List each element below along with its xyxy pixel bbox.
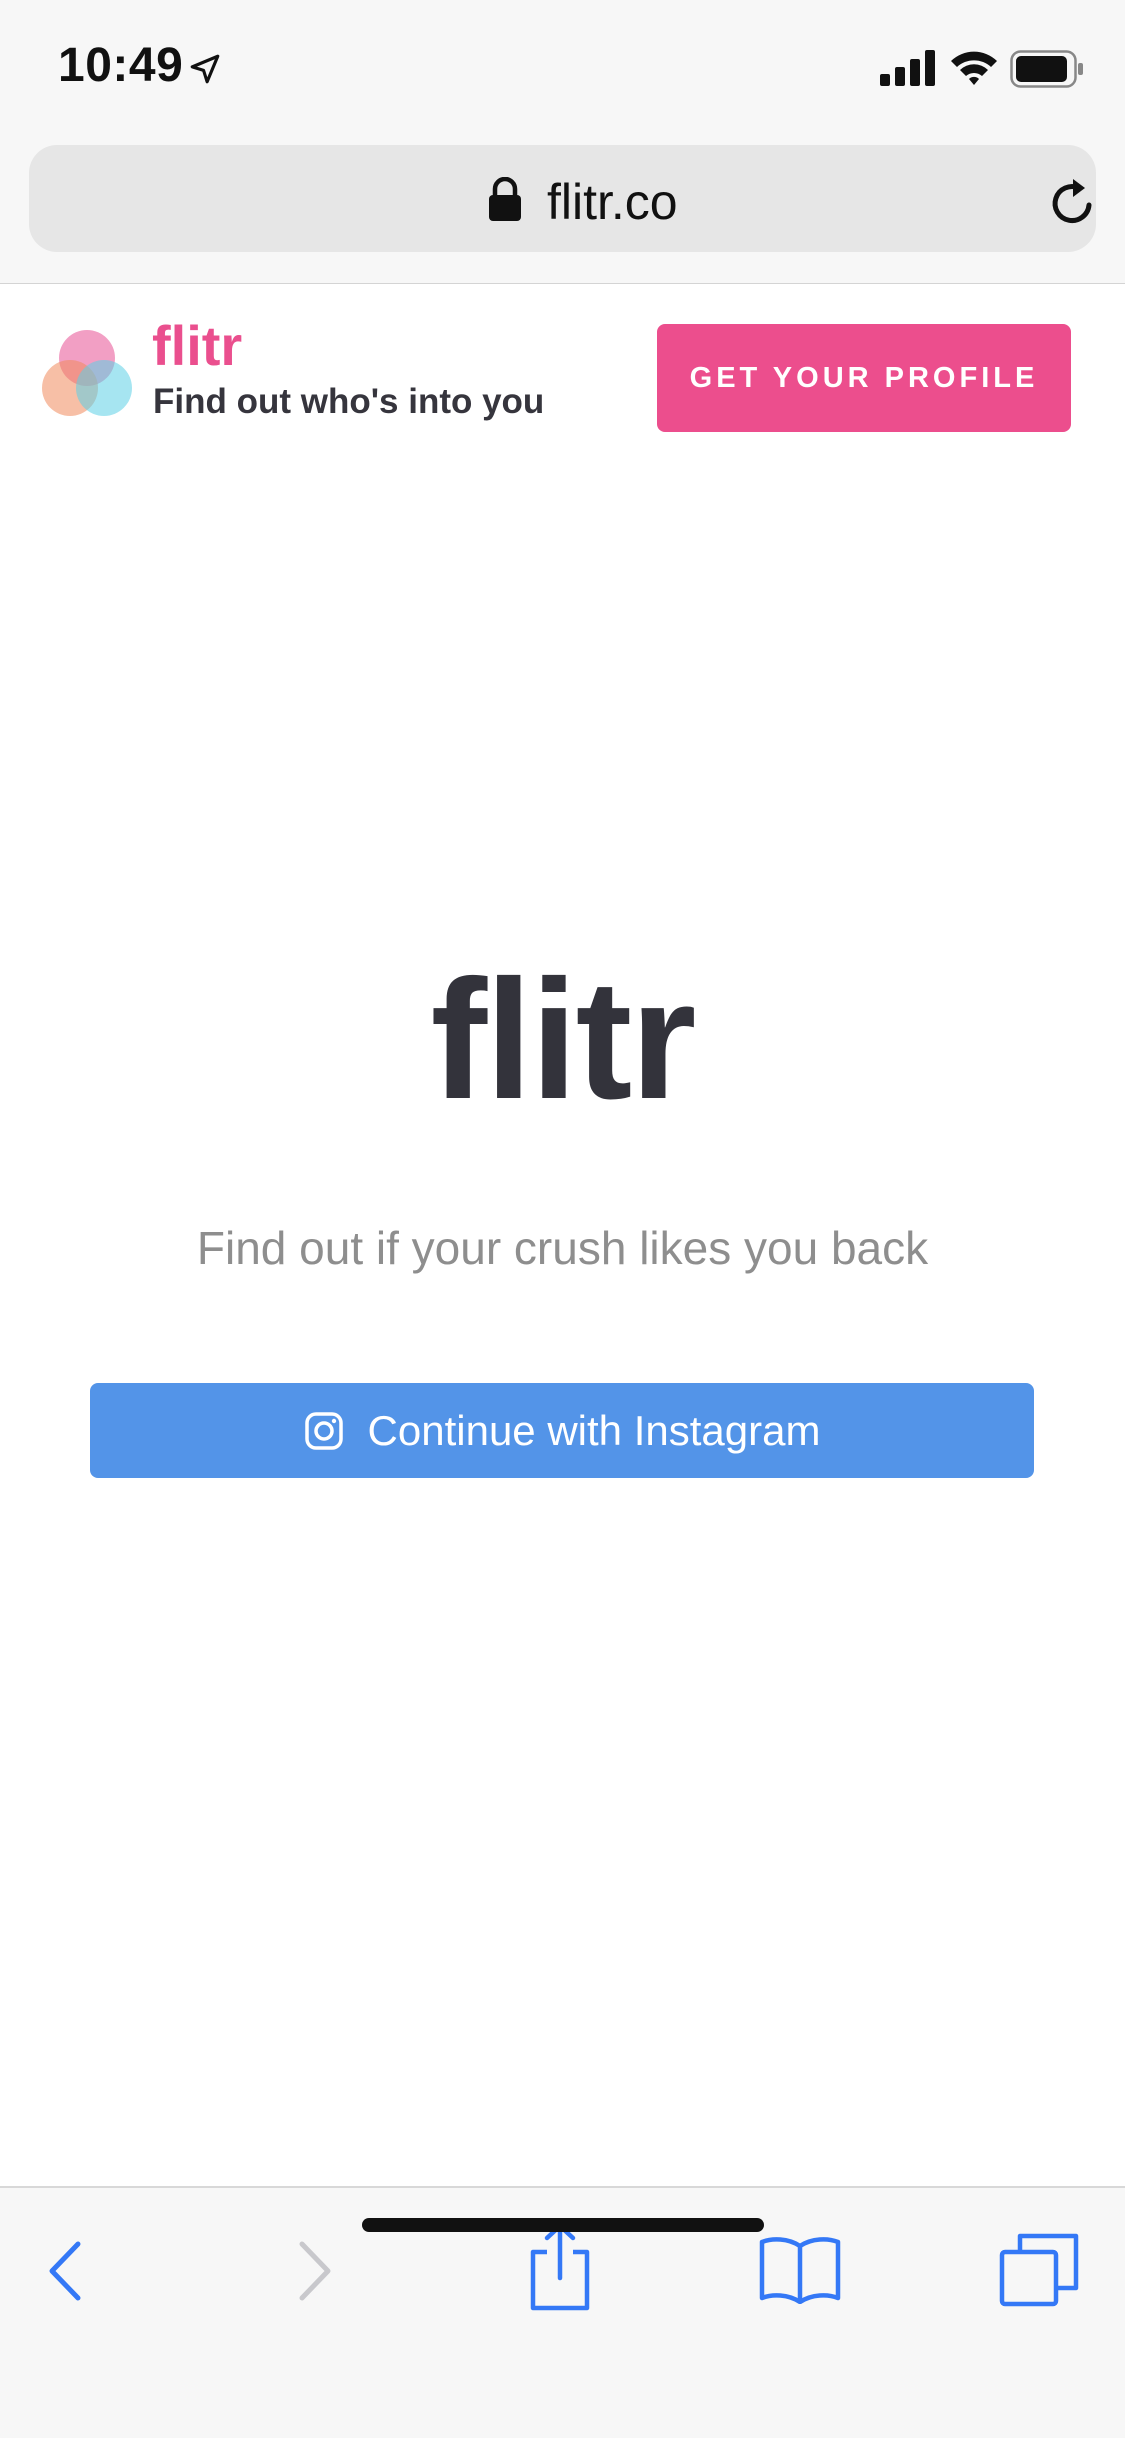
hero-subtitle: Find out if your crush likes you back <box>196 1222 929 1274</box>
location-arrow-icon <box>190 54 220 84</box>
wifi-icon <box>951 51 997 85</box>
address-bar[interactable]: flitr.co <box>29 145 1096 252</box>
signal-icon <box>880 50 935 86</box>
status-bar: 10:49 <box>0 0 1125 135</box>
flitr-logo[interactable] <box>40 326 140 426</box>
url-text[interactable]: flitr.co <box>547 173 678 231</box>
home-indicator[interactable] <box>362 2218 764 2232</box>
lock-icon <box>489 177 521 221</box>
share-icon[interactable] <box>525 2222 595 2312</box>
brand-name[interactable]: flitr <box>152 318 242 374</box>
brand-tagline: Find out who's into you <box>153 382 545 421</box>
get-your-profile-button[interactable]: GET YOUR PROFILE <box>657 324 1071 432</box>
tabs-icon[interactable] <box>998 2232 1080 2308</box>
reload-icon[interactable] <box>1045 175 1101 231</box>
instagram-button-label: Continue with Instagram <box>367 1406 821 1454</box>
hero-title: flitr <box>430 945 697 1135</box>
status-time: 10:49 <box>58 39 184 92</box>
forward-icon[interactable] <box>290 2236 340 2306</box>
browser-header: flitr.co <box>0 135 1125 285</box>
continue-with-instagram-button[interactable]: Continue with Instagram <box>90 1383 1034 1478</box>
battery-icon <box>1010 50 1083 88</box>
instagram-icon <box>304 1411 343 1450</box>
back-icon[interactable] <box>40 2236 90 2306</box>
site-header: flitr Find out who's into you GET YOUR P… <box>0 284 1125 454</box>
bookmarks-icon[interactable] <box>758 2234 842 2304</box>
